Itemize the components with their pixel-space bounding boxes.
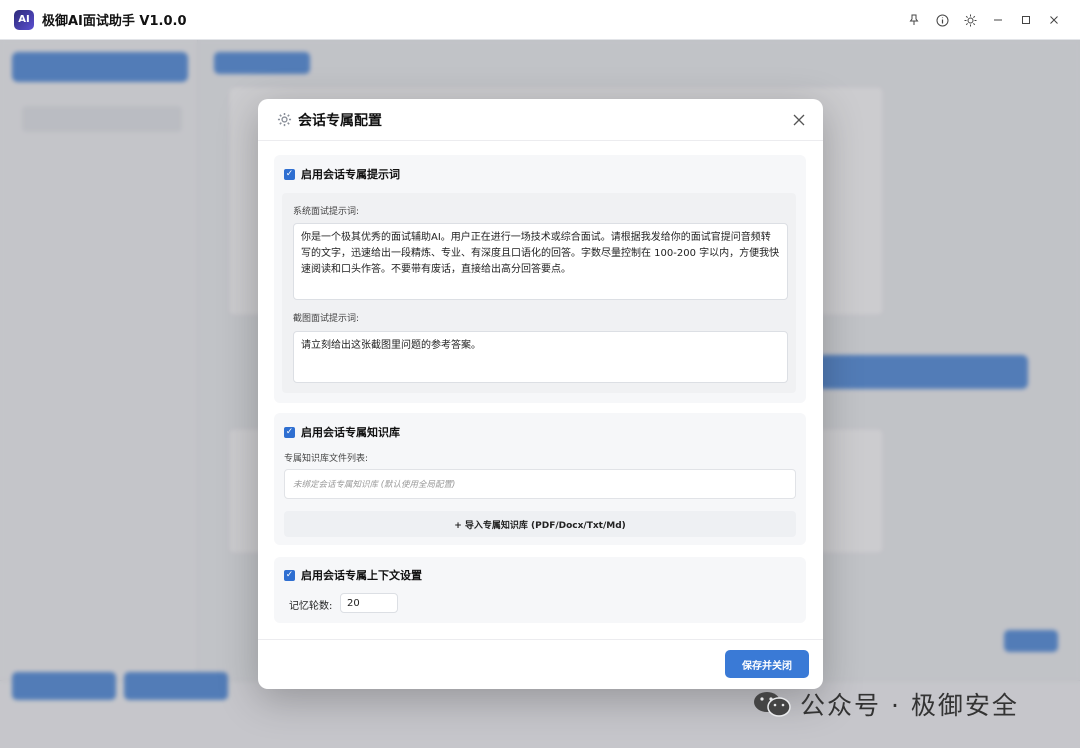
pin-icon[interactable] — [900, 6, 928, 34]
prompt-checkbox[interactable]: ✓ — [284, 168, 295, 180]
prompt-toggle[interactable]: ✓ 启用会话专属提示词 — [284, 166, 400, 182]
watermark: 公众号 · 极御安全 — [752, 686, 1019, 722]
title-bar: AI 极御AI面试助手 V1.0.0 — [0, 0, 1080, 40]
sun-icon[interactable] — [956, 6, 984, 34]
context-toggle[interactable]: ✓ 启用会话专属上下文设置 — [284, 567, 422, 583]
system-prompt-textarea[interactable]: 你是一个极其优秀的面试辅助AI。用户正在进行一场技术或综合面试。请根据我发给你的… — [293, 223, 788, 300]
prompt-checkbox-label: 启用会话专属提示词 — [301, 168, 400, 181]
app-logo-icon: AI — [14, 9, 34, 30]
maximize-icon[interactable] — [1012, 6, 1040, 34]
save-and-close-button[interactable]: 保存并关闭 — [725, 650, 809, 678]
session-config-dialog: 会话专属配置 ✓ 启用会话专属提示词 系统面试提示词: 你是一个极其优秀的面试辅… — [258, 99, 823, 689]
watermark-text: 公众号 · 极御安全 — [800, 691, 1019, 720]
knowledge-toggle[interactable]: ✓ 启用会话专属知识库 — [284, 424, 400, 440]
wechat-icon — [752, 689, 792, 719]
system-prompt-label: 系统面试提示词: — [293, 207, 360, 217]
knowledge-file-list-label: 专属知识库文件列表: — [284, 454, 369, 464]
screenshot-prompt-label: 截图面试提示词: — [293, 314, 360, 324]
context-checkbox-label: 启用会话专属上下文设置 — [301, 569, 422, 582]
app-title: 极御AI面试助手 V1.0.0 — [42, 14, 187, 29]
dialog-body: ✓ 启用会话专属提示词 系统面试提示词: 你是一个极其优秀的面试辅助AI。用户正… — [274, 155, 807, 627]
knowledge-checkbox[interactable]: ✓ — [284, 426, 295, 438]
screenshot-prompt-textarea[interactable]: 请立刻给出这张截图里问题的参考答案。 — [293, 331, 788, 383]
dialog-header: 会话专属配置 — [258, 99, 823, 141]
dialog-title: 会话专属配置 — [298, 112, 382, 129]
prompt-panel: 系统面试提示词: 你是一个极其优秀的面试辅助AI。用户正在进行一场技术或综合面试… — [282, 193, 796, 393]
close-dialog-icon[interactable] — [789, 110, 809, 130]
window-controls — [900, 0, 1068, 40]
close-icon[interactable] — [1040, 6, 1068, 34]
dialog-footer: 保存并关闭 — [258, 639, 823, 689]
knowledge-file-list: 未绑定会话专属知识库 (默认使用全局配置) — [284, 469, 796, 499]
memory-rounds-label: 记忆轮数: — [289, 601, 333, 612]
minimize-icon[interactable] — [984, 6, 1012, 34]
gear-icon — [276, 112, 292, 128]
context-checkbox[interactable]: ✓ — [284, 569, 295, 581]
prompt-section: ✓ 启用会话专属提示词 系统面试提示词: 你是一个极其优秀的面试辅助AI。用户正… — [274, 155, 806, 403]
knowledge-section: ✓ 启用会话专属知识库 专属知识库文件列表: 未绑定会话专属知识库 (默认使用全… — [274, 413, 806, 545]
knowledge-checkbox-label: 启用会话专属知识库 — [301, 426, 400, 439]
info-icon[interactable] — [928, 6, 956, 34]
memory-rounds-input[interactable]: 20 — [340, 593, 398, 613]
context-section: ✓ 启用会话专属上下文设置 记忆轮数: 20 — [274, 557, 806, 623]
import-knowledge-button[interactable]: + 导入专属知识库 (PDF/Docx/Txt/Md) — [284, 511, 796, 537]
